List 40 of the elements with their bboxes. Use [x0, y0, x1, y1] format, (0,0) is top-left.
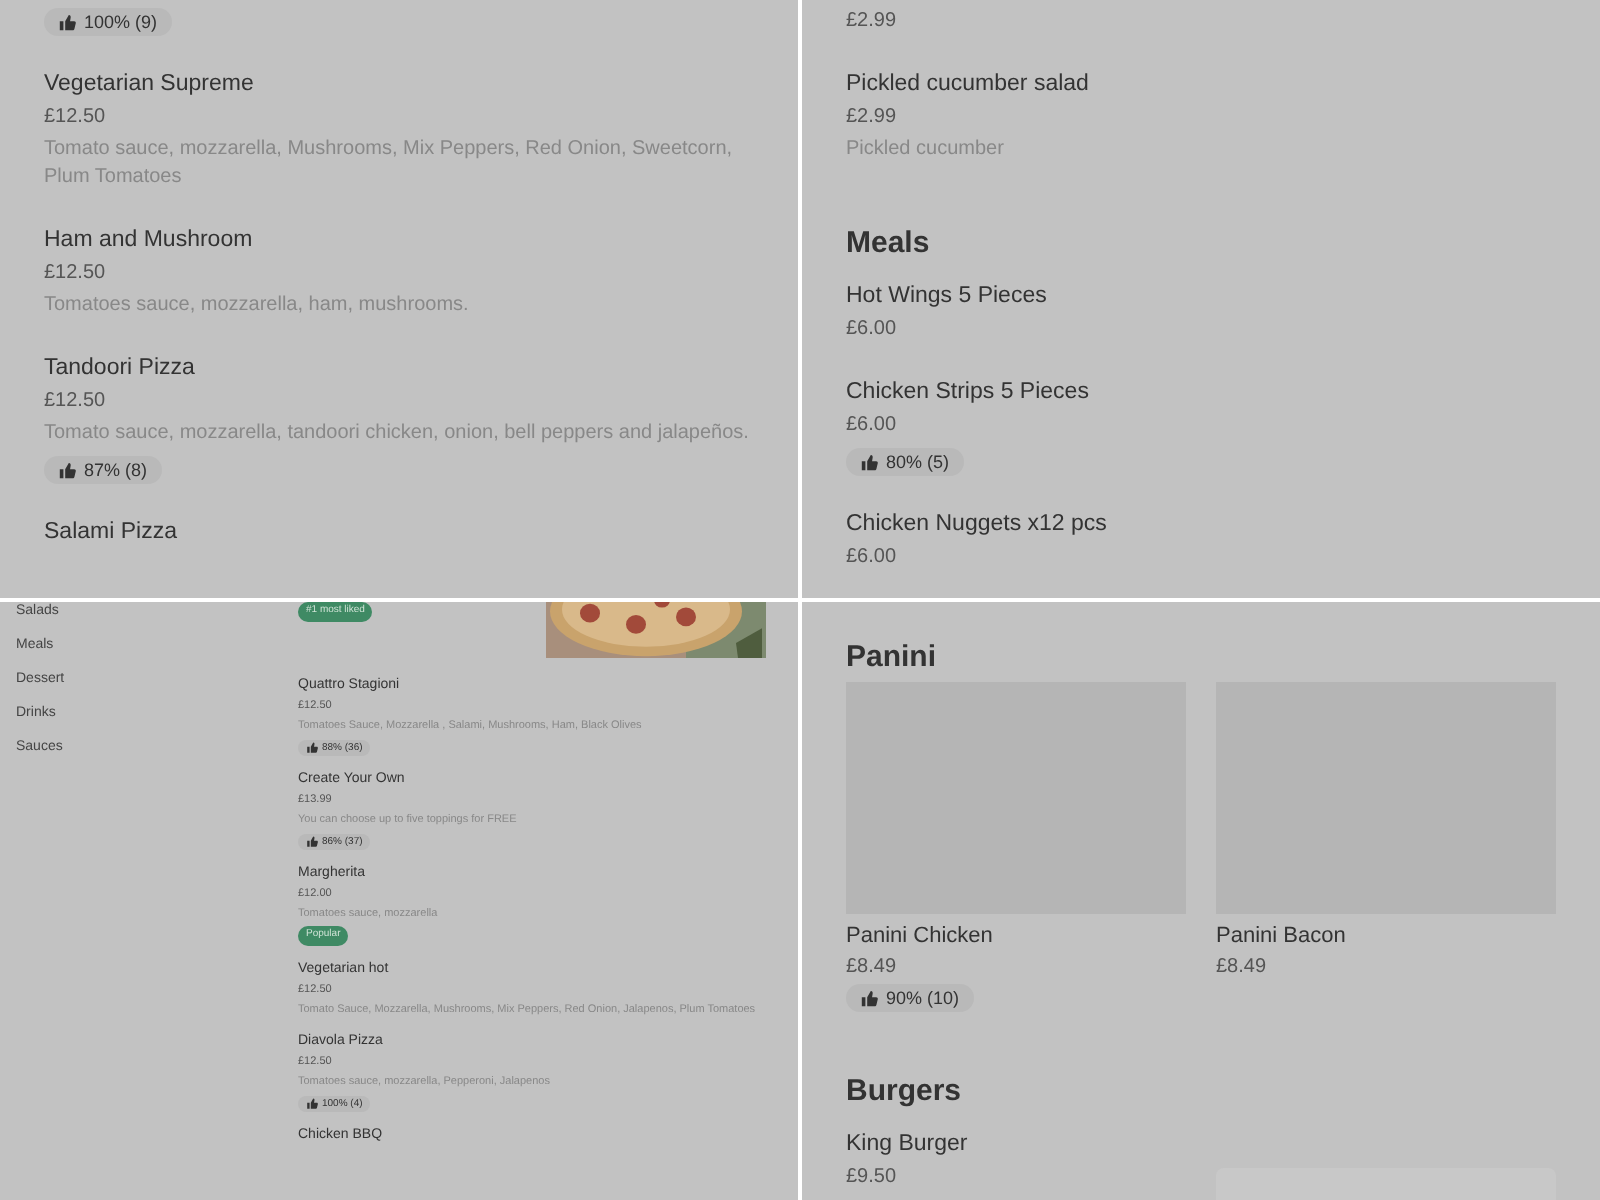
item-name[interactable]: Ham and Mushroom — [44, 224, 754, 256]
item-price: £8.49 — [846, 954, 899, 982]
item-price: £6.00 — [846, 544, 899, 572]
item-name[interactable]: King Burger — [846, 1128, 1184, 1160]
item-description: Tomatoes sauce, mozzarella, ham, mushrooms. — [44, 292, 471, 320]
thumbs-up-icon — [58, 13, 76, 31]
section-heading: Meals — [846, 224, 932, 264]
item-description: Tomato sauce, mozzarella, tandoori chicken, onion, bell peppers and jalapeños. — [44, 420, 751, 448]
rating-text: 100% (9) — [84, 10, 158, 34]
rating-text: 87% (8) — [84, 458, 148, 482]
rating-text: 90% (10) — [886, 986, 960, 1010]
item-price: £12.50 — [44, 388, 108, 416]
item-price: £9.50 — [846, 1164, 899, 1192]
item-price: £6.00 — [846, 316, 899, 344]
thumbs-up-icon — [306, 742, 318, 754]
item-name[interactable]: Hot Wings 5 Pieces — [846, 280, 1556, 312]
item-name[interactable]: Vegetarian Supreme — [44, 68, 754, 100]
item-name[interactable]: Salami Pizza — [44, 516, 754, 548]
item-price: £12.50 — [44, 104, 108, 132]
item-name[interactable]: Panini Bacon — [1216, 922, 1556, 952]
item-name[interactable]: Panini Chicken — [846, 922, 1186, 952]
thumbs-up-icon — [860, 989, 878, 1007]
item-price: £12.50 — [44, 260, 108, 288]
item-name[interactable]: Tandoori Pizza — [44, 352, 754, 384]
item-description: Pickled cucumber — [846, 136, 1006, 164]
rating-text: 80% (5) — [886, 450, 950, 474]
thumbs-up-icon — [306, 836, 318, 848]
thumbs-up-icon — [306, 1097, 318, 1109]
section-heading: Panini — [846, 638, 939, 678]
item-price: £8.49 — [1216, 954, 1269, 982]
item-price: £6.00 — [846, 412, 899, 440]
item-name[interactable]: Pickled cucumber salad — [846, 68, 1556, 100]
item-description: Tomato sauce, mozzarella, Mushrooms, Mix Peppers, Red Onion, Sweetcorn, Plum Tomatoes — [44, 136, 735, 192]
item-price: £2.99 — [846, 104, 899, 132]
item-name[interactable]: Chicken Nuggets x12 pcs — [846, 508, 1556, 540]
section-heading: Burgers — [846, 1072, 964, 1112]
thumbs-up-icon — [58, 461, 76, 479]
thumbs-up-icon — [860, 453, 878, 471]
item-name[interactable]: Chicken Strips 5 Pieces — [846, 376, 1556, 408]
item-price: £2.99 — [846, 8, 899, 36]
